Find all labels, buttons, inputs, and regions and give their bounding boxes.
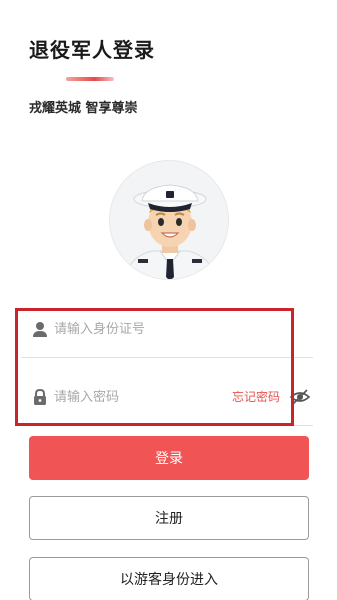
user-icon (31, 320, 49, 338)
login-button[interactable]: 登录 (29, 436, 309, 480)
register-button[interactable]: 注册 (29, 496, 309, 540)
eye-slash-icon[interactable] (289, 387, 311, 407)
lock-icon (31, 388, 49, 406)
id-number-field (21, 300, 313, 358)
password-field: 忘记密码 (21, 368, 313, 426)
avatar (109, 160, 229, 280)
page-subtitle: 戎耀英城 智享尊崇 (29, 101, 138, 116)
id-number-input[interactable] (54, 317, 224, 341)
title-underline (66, 77, 114, 81)
password-input[interactable] (54, 385, 224, 409)
forgot-password-link[interactable]: 忘记密码 (232, 388, 280, 405)
guest-entry-button[interactable]: 以游客身份进入 (29, 557, 309, 600)
page-title: 退役军人登录 (29, 38, 155, 62)
sailor-avatar-icon (123, 184, 217, 279)
